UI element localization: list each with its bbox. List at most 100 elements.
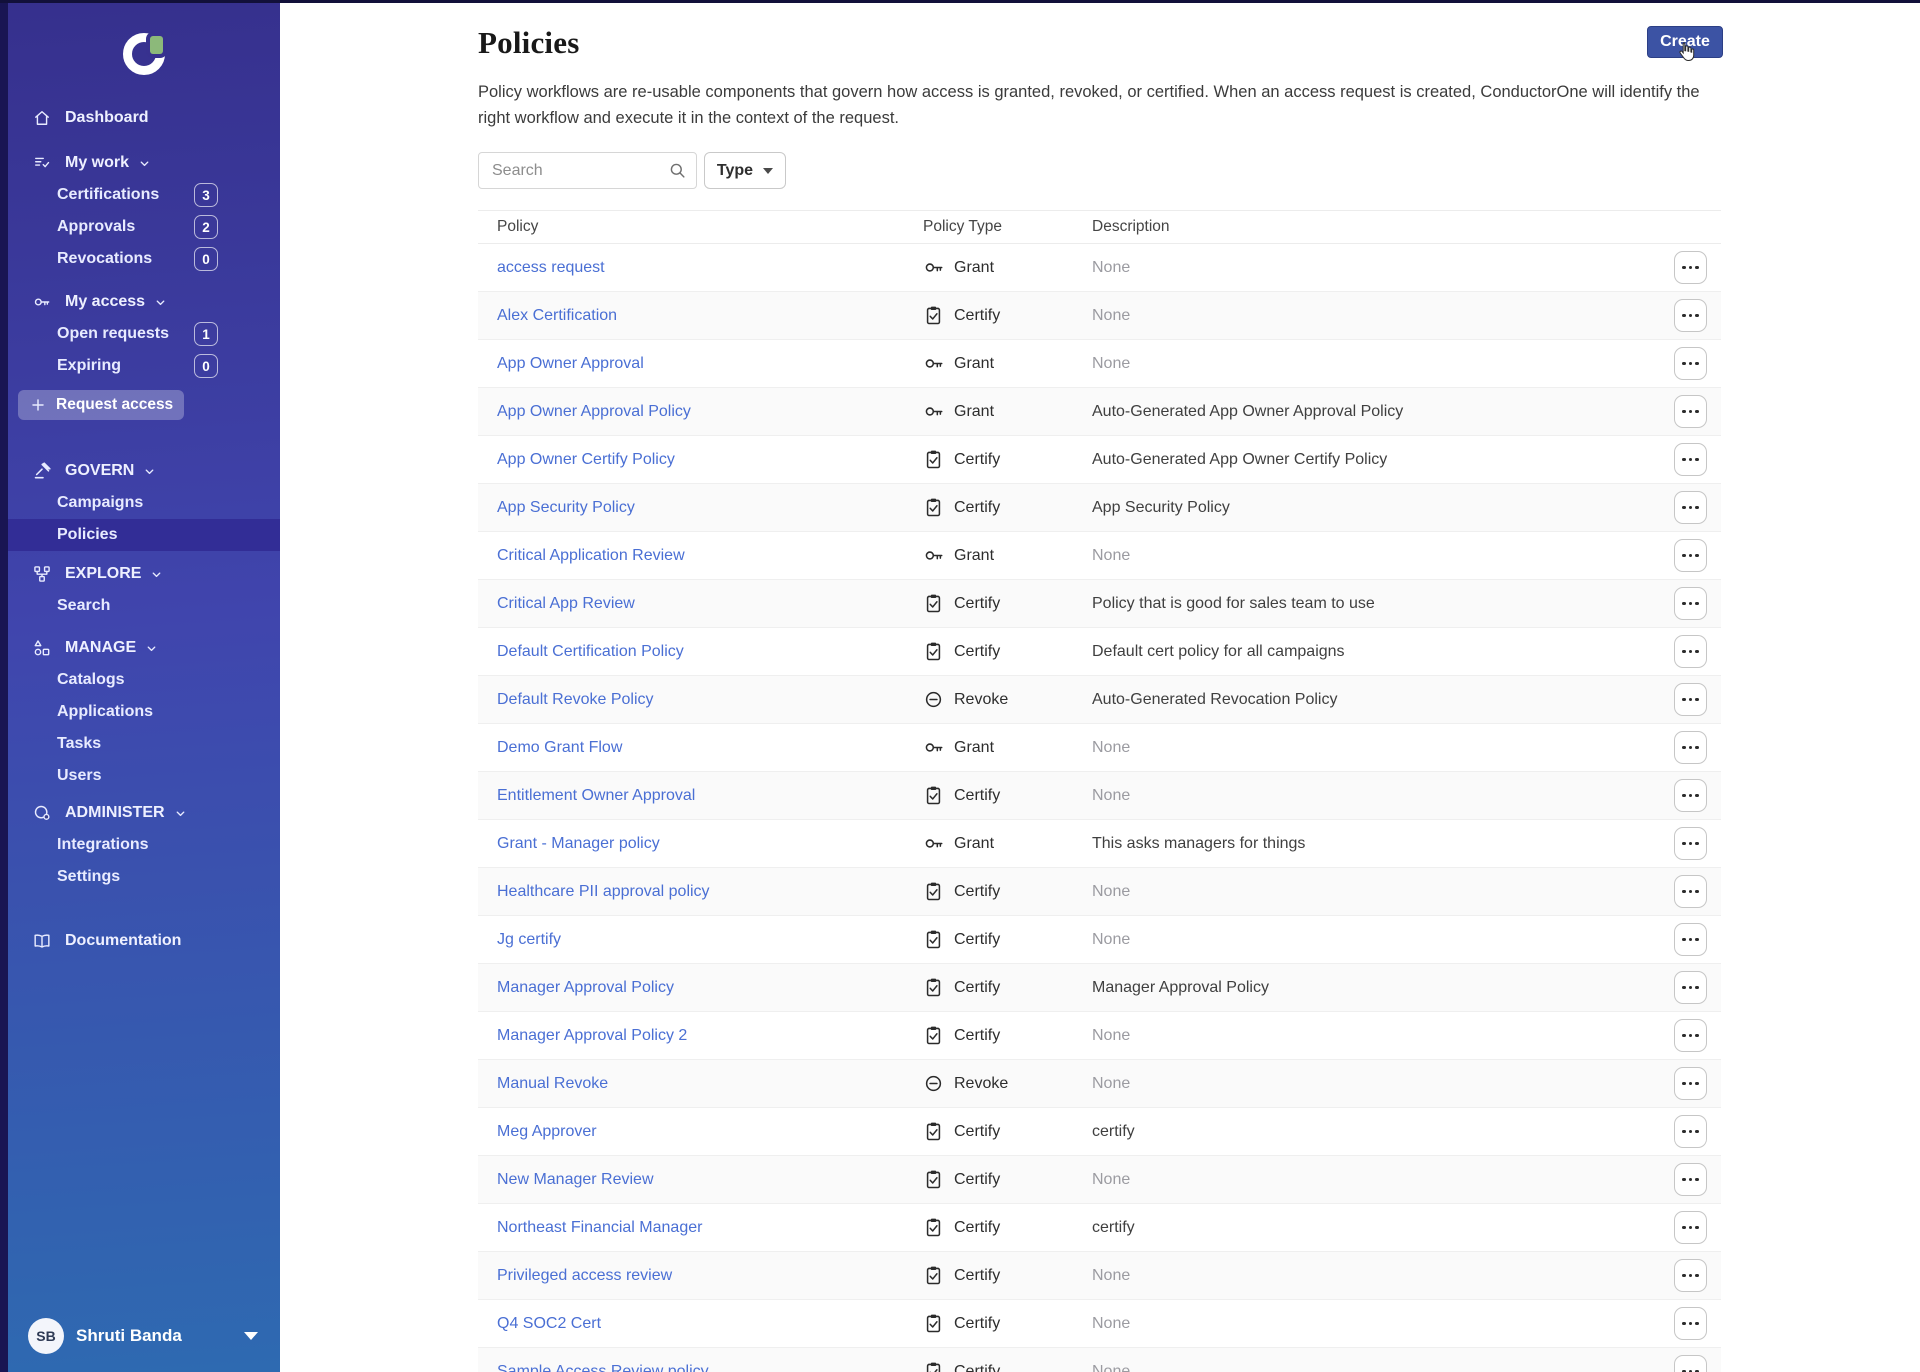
sidebar-item-certifications[interactable]: Certifications 3 <box>8 179 280 211</box>
sidebar-item-approvals[interactable]: Approvals 2 <box>8 211 280 243</box>
sidebar-item-campaigns[interactable]: Campaigns <box>8 487 280 519</box>
row-actions-button[interactable] <box>1674 635 1707 668</box>
clipboard-check-icon <box>923 929 944 950</box>
row-actions-button[interactable] <box>1674 971 1707 1004</box>
policy-type-label: Revoke <box>954 690 1009 708</box>
sidebar-section-my-work[interactable]: My work <box>8 147 280 179</box>
table-row: App Owner Certify Policy Certify Auto-Gene… <box>478 436 1721 484</box>
policy-link[interactable]: Critical App Review <box>497 595 635 612</box>
row-actions-button[interactable] <box>1674 779 1707 812</box>
row-actions-button[interactable] <box>1674 299 1707 332</box>
row-actions-button[interactable] <box>1674 587 1707 620</box>
table-row: Critical App Review Certify Policy that is… <box>478 580 1721 628</box>
sidebar-item-tasks[interactable]: Tasks <box>8 728 280 760</box>
key-icon <box>923 545 944 566</box>
sidebar-section-administer[interactable]: ADMINISTER <box>8 797 280 829</box>
row-actions-button[interactable] <box>1674 347 1707 380</box>
row-actions-button[interactable] <box>1674 1211 1707 1244</box>
row-actions-button[interactable] <box>1674 1067 1707 1100</box>
policy-link[interactable]: App Security Policy <box>497 499 635 516</box>
policy-link[interactable]: New Manager Review <box>497 1171 654 1188</box>
sidebar-section-explore[interactable]: EXPLORE <box>8 558 280 590</box>
table-row: Manager Approval Policy 2 Certify None <box>478 1012 1721 1060</box>
gavel-icon <box>34 462 51 479</box>
row-actions-button[interactable] <box>1674 875 1707 908</box>
row-actions-button[interactable] <box>1674 539 1707 572</box>
type-filter-dropdown[interactable]: Type <box>704 152 786 189</box>
row-actions-button[interactable] <box>1674 251 1707 284</box>
user-menu[interactable]: SB Shruti Banda <box>8 1314 280 1372</box>
section-label: My access <box>65 293 146 310</box>
policy-link[interactable]: Jg certify <box>497 931 561 948</box>
sidebar-item-open-requests[interactable]: Open requests 1 <box>8 318 280 350</box>
table-row: Default Certification Policy Certify Defau… <box>478 628 1721 676</box>
row-actions-button[interactable] <box>1674 395 1707 428</box>
row-actions-button[interactable] <box>1674 491 1707 524</box>
policy-link[interactable]: Alex Certification <box>497 307 617 324</box>
column-header-description: Description <box>1092 218 1170 235</box>
policy-link[interactable]: Manager Approval Policy <box>497 979 674 996</box>
policy-description: None <box>1092 354 1131 372</box>
row-actions-button[interactable] <box>1674 731 1707 764</box>
policy-description: Auto-Generated App Owner Certify Policy <box>1092 450 1388 468</box>
count-badge: 1 <box>194 322 218 346</box>
policy-link[interactable]: access request <box>497 259 605 276</box>
sidebar-item-expiring[interactable]: Expiring 0 <box>8 350 280 382</box>
sidebar-item-integrations[interactable]: Integrations <box>8 829 280 861</box>
policy-link[interactable]: App Owner Approval <box>497 355 644 372</box>
policy-type-label: Grant <box>954 546 995 564</box>
policy-link[interactable]: Critical Application Review <box>497 547 685 564</box>
conductorone-logo <box>123 30 165 78</box>
search-input[interactable] <box>478 152 697 189</box>
sidebar-item-applications[interactable]: Applications <box>8 696 280 728</box>
policy-link[interactable]: App Owner Approval Policy <box>497 403 691 420</box>
sidebar-item-documentation[interactable]: Documentation <box>8 925 280 957</box>
row-actions-button[interactable] <box>1674 1307 1707 1340</box>
row-actions-button[interactable] <box>1674 1019 1707 1052</box>
sidebar-item-catalogs[interactable]: Catalogs <box>8 664 280 696</box>
policy-link[interactable]: Privileged access review <box>497 1267 672 1284</box>
sidebar-item-users[interactable]: Users <box>8 760 280 792</box>
sidebar-item-revocations[interactable]: Revocations 0 <box>8 243 280 275</box>
policy-link[interactable]: Sample Access Review policy <box>497 1363 709 1372</box>
sidebar-section-my-access[interactable]: My access <box>8 286 280 318</box>
policies-table: Policy Policy Type Description access re… <box>478 210 1721 1372</box>
request-access-button[interactable]: Request access <box>18 390 184 420</box>
row-actions-button[interactable] <box>1674 683 1707 716</box>
policy-link[interactable]: Default Certification Policy <box>497 643 684 660</box>
policy-link[interactable]: Healthcare PII approval policy <box>497 883 710 900</box>
table-row: Privileged access review Certify None <box>478 1252 1721 1300</box>
table-row: New Manager Review Certify None <box>478 1156 1721 1204</box>
clipboard-check-icon <box>923 785 944 806</box>
row-actions-button[interactable] <box>1674 923 1707 956</box>
row-actions-button[interactable] <box>1674 443 1707 476</box>
policy-link[interactable]: Q4 SOC2 Cert <box>497 1315 601 1332</box>
row-actions-button[interactable] <box>1674 1259 1707 1292</box>
mouse-cursor-icon <box>1679 42 1695 62</box>
sidebar-item-search[interactable]: Search <box>8 590 280 622</box>
sidebar-item-settings[interactable]: Settings <box>8 861 280 893</box>
policy-link[interactable]: Manager Approval Policy 2 <box>497 1027 687 1044</box>
policy-link[interactable]: Grant - Manager policy <box>497 835 660 852</box>
policy-link[interactable]: Northeast Financial Manager <box>497 1219 702 1236</box>
table-row: App Owner Approval Grant None <box>478 340 1721 388</box>
policy-type-label: Certify <box>954 1122 1001 1140</box>
sidebar-item-dashboard[interactable]: Dashboard <box>8 102 280 134</box>
search-icon <box>670 163 685 178</box>
policy-link[interactable]: Entitlement Owner Approval <box>497 787 695 804</box>
policy-link[interactable]: Default Revoke Policy <box>497 691 654 708</box>
sidebar-item-policies[interactable]: Policies <box>8 519 280 551</box>
table-row: Jg certify Certify None <box>478 916 1721 964</box>
row-actions-button[interactable] <box>1674 1355 1707 1372</box>
row-actions-button[interactable] <box>1674 1115 1707 1148</box>
policy-link[interactable]: App Owner Certify Policy <box>497 451 675 468</box>
sidebar-section-manage[interactable]: MANAGE <box>8 632 280 664</box>
row-actions-button[interactable] <box>1674 827 1707 860</box>
sidebar-section-govern[interactable]: GOVERN <box>8 455 280 487</box>
policy-link[interactable]: Demo Grant Flow <box>497 739 622 756</box>
policy-link[interactable]: Meg Approver <box>497 1123 597 1140</box>
row-actions-button[interactable] <box>1674 1163 1707 1196</box>
policy-link[interactable]: Manual Revoke <box>497 1075 608 1092</box>
policy-description: Auto-Generated Revocation Policy <box>1092 690 1338 708</box>
policy-type-label: Certify <box>954 978 1001 996</box>
